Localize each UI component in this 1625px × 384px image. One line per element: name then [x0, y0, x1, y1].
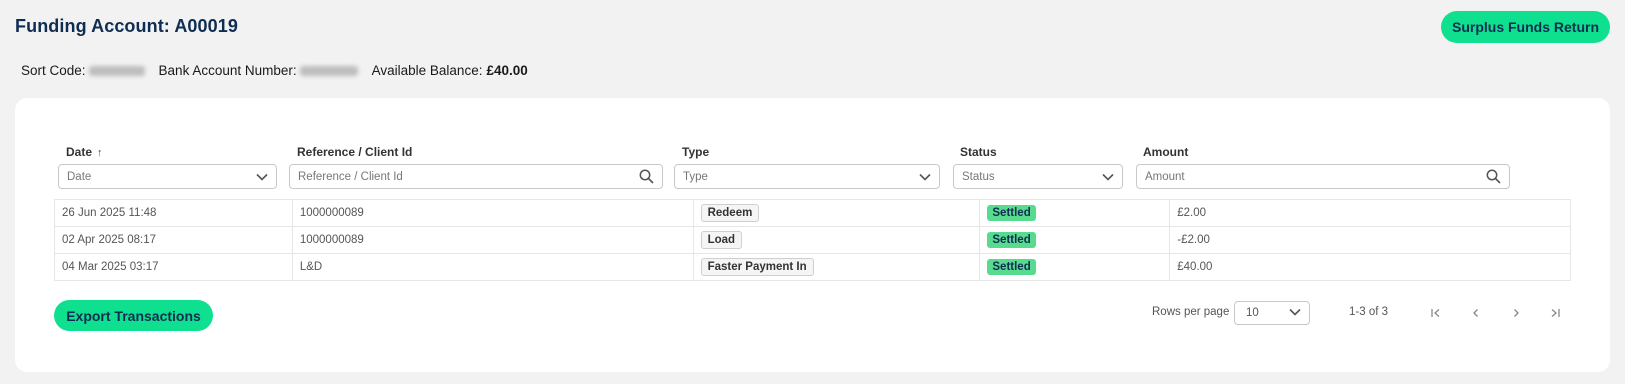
- chevron-down-icon: [256, 173, 268, 181]
- rows-per-page-label: Rows per page: [1152, 306, 1230, 318]
- reference-search-input[interactable]: Reference / Client Id: [289, 164, 663, 189]
- status-cell: Settled: [980, 200, 1171, 226]
- status-badge: Settled: [987, 259, 1036, 275]
- status-filter-select[interactable]: Status: [953, 164, 1123, 189]
- export-transactions-button[interactable]: Export Transactions: [54, 300, 213, 331]
- type-filter-placeholder: Type: [683, 170, 708, 183]
- surplus-funds-return-button[interactable]: Surplus Funds Return: [1441, 11, 1610, 43]
- status-filter-placeholder: Status: [962, 170, 995, 183]
- date-cell: 26 Jun 2025 11:48: [55, 200, 293, 226]
- previous-page-icon[interactable]: [1464, 301, 1488, 325]
- available-balance-label: Available Balance:: [371, 63, 483, 78]
- rows-per-page-select[interactable]: 10: [1234, 301, 1310, 325]
- date-filter-placeholder: Date: [67, 170, 92, 183]
- type-badge: Load: [700, 231, 743, 249]
- type-badge: Faster Payment In: [700, 258, 814, 276]
- reference-cell: 1000000089: [293, 227, 694, 253]
- column-header-status[interactable]: Status: [960, 145, 997, 159]
- status-cell: Settled: [980, 254, 1171, 280]
- type-badge: Redeem: [700, 204, 760, 222]
- type-cell: Load: [694, 227, 981, 253]
- column-header-type[interactable]: Type: [682, 145, 709, 159]
- chevron-down-icon: [919, 173, 931, 181]
- amount-cell: £2.00: [1170, 200, 1571, 226]
- column-header-amount[interactable]: Amount: [1143, 145, 1188, 159]
- last-page-icon[interactable]: [1543, 301, 1567, 325]
- date-filter-select[interactable]: Date: [58, 164, 277, 189]
- rows-per-page-value: 10: [1246, 307, 1259, 319]
- status-cell: Settled: [980, 227, 1171, 253]
- transactions-table: 26 Jun 2025 11:48 1000000089 Redeem Sett…: [54, 199, 1571, 281]
- search-icon[interactable]: [1486, 169, 1501, 184]
- search-icon[interactable]: [639, 169, 654, 184]
- first-page-icon[interactable]: [1424, 301, 1448, 325]
- date-cell: 02 Apr 2025 08:17: [55, 227, 293, 253]
- next-page-icon[interactable]: [1504, 301, 1528, 325]
- amount-cell: -£2.00: [1170, 227, 1571, 253]
- type-cell: Redeem: [694, 200, 981, 226]
- page-title: Funding Account: A00019: [15, 16, 238, 36]
- column-header-date[interactable]: Date ↑: [66, 145, 103, 159]
- amount-search-placeholder: Amount: [1145, 170, 1185, 183]
- bank-account-label: Bank Account Number:: [158, 63, 297, 78]
- arrow-up-icon[interactable]: ↑: [97, 147, 103, 159]
- available-balance-value: £40.00: [486, 63, 528, 78]
- status-badge: Settled: [987, 205, 1036, 221]
- status-badge: Settled: [987, 232, 1036, 248]
- chevron-down-icon: [1102, 173, 1114, 181]
- table-row[interactable]: 02 Apr 2025 08:17 1000000089 Load Settle…: [55, 227, 1571, 254]
- reference-cell: 1000000089: [293, 200, 694, 226]
- date-cell: 04 Mar 2025 03:17: [55, 254, 293, 280]
- amount-search-input[interactable]: Amount: [1136, 164, 1510, 189]
- pagination-range: 1-3 of 3: [1349, 306, 1388, 318]
- table-row[interactable]: 04 Mar 2025 03:17 L&D Faster Payment In …: [55, 254, 1571, 281]
- transactions-card: Date ↑ Reference / Client Id Type Status …: [15, 98, 1610, 372]
- sort-code-label: Sort Code:: [21, 63, 86, 78]
- type-cell: Faster Payment In: [694, 254, 981, 280]
- chevron-down-icon: [1289, 307, 1301, 319]
- amount-cell: £40.00: [1170, 254, 1571, 280]
- column-header-reference[interactable]: Reference / Client Id: [297, 145, 412, 159]
- sort-code-value-redacted: [88, 65, 145, 76]
- bank-account-value-redacted: [299, 65, 358, 76]
- reference-search-placeholder: Reference / Client Id: [298, 170, 403, 183]
- account-info: Sort Code: Bank Account Number: Availabl…: [21, 63, 528, 78]
- table-row[interactable]: 26 Jun 2025 11:48 1000000089 Redeem Sett…: [55, 200, 1571, 227]
- type-filter-select[interactable]: Type: [674, 164, 940, 189]
- reference-cell: L&D: [293, 254, 694, 280]
- column-header-date-label: Date: [66, 145, 93, 159]
